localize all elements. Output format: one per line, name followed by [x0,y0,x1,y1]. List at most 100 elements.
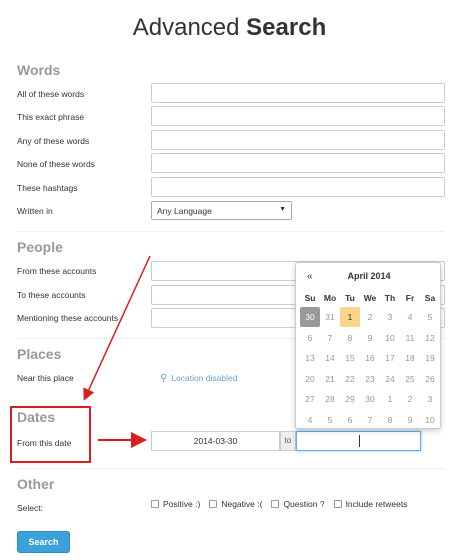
calendar-weekday: Su [304,293,316,303]
people-heading: People [17,239,63,255]
annotation-highlight-box [10,406,91,463]
calendar-day[interactable]: 11 [400,328,420,348]
positive-checkbox[interactable]: Positive :) [151,499,200,509]
all-words-input[interactable] [151,83,445,103]
checkbox-icon[interactable] [151,500,159,508]
calendar-day[interactable]: 5 [420,307,440,327]
calendar-day[interactable]: 9 [400,410,420,430]
calendar-week-row: 30 31 1 2 3 4 5 [300,307,440,328]
calendar-day[interactable]: 10 [380,328,400,348]
calendar-day[interactable]: 15 [340,348,360,368]
calendar-week-row: 4 5 6 7 8 9 10 [300,410,440,431]
date-picker-popup: April 2014 « Su Mo Tu We Th Fr Sa 30 31 1 2 3 4 5 6 7 8 9… [295,262,441,429]
map-pin-icon: ⚲ [160,373,168,384]
to-accounts-label: To these accounts [17,290,86,300]
calendar-day[interactable]: 8 [380,410,400,430]
from-accounts-label: From these accounts [17,266,97,276]
calendar-day[interactable]: 20 [300,369,320,389]
checkbox-icon[interactable] [271,500,280,508]
calendar-day[interactable]: 1 [340,307,360,327]
calendar-day[interactable]: 12 [420,328,440,348]
calendar-weekday: Th [384,293,396,303]
language-select[interactable]: Any Language ▼ [151,201,292,220]
calendar-day[interactable]: 2 [400,389,420,409]
calendar-day[interactable]: 24 [380,369,400,389]
none-words-input[interactable] [151,153,445,173]
calendar-week-row: 20 21 22 23 24 25 26 [300,369,440,390]
calendar-day[interactable]: 25 [400,369,420,389]
checkbox-icon[interactable] [333,500,342,508]
calendar-day[interactable]: 17 [380,348,400,368]
exact-phrase-input[interactable] [151,106,445,126]
search-button[interactable]: Search [17,531,70,553]
near-place-label: Near this place [17,373,74,383]
calendar-day[interactable]: 27 [300,389,320,409]
from-date-input[interactable]: 2014-03-30 [151,431,280,451]
calendar-day[interactable]: 7 [360,410,380,430]
calendar-month-title: April 2014 [347,271,391,281]
calendar-weekday: Mo [323,293,337,303]
negative-checkbox[interactable]: Negative :( [209,499,262,509]
calendar-weekday: We [363,293,377,303]
include-retweets-checkbox[interactable]: Include retweets [333,499,407,509]
calendar-day[interactable]: 30 [300,307,320,327]
text-caret [359,435,360,447]
calendar-day[interactable]: 16 [360,348,380,368]
calendar-weekday: Sa [424,293,436,303]
calendar-day[interactable]: 13 [300,348,320,368]
question-checkbox[interactable]: Question ? [271,499,325,509]
hashtags-label: These hashtags [17,183,78,193]
calendar-weekday: Fr [405,293,415,303]
places-heading: Places [17,346,62,362]
calendar-grid: Su Mo Tu We Th Fr Sa 30 31 1 2 3 4 5 6 7 8 9 10 11 12 13 14 15 1… [300,291,440,430]
calendar-day[interactable]: 4 [300,410,320,430]
calendar-day[interactable]: 6 [340,410,360,430]
calendar-day[interactable]: 4 [400,307,420,327]
calendar-week-row: 6 7 8 9 10 11 12 [300,328,440,349]
calendar-day[interactable]: 2 [360,307,380,327]
dropdown-arrow-icon: ▼ [279,206,286,213]
calendar-weekday-row: Su Mo Tu We Th Fr Sa [300,291,440,307]
calendar-week-row: 13 14 15 16 17 18 19 [300,348,440,369]
to-date-input[interactable] [296,431,421,451]
options-row: Positive :) Negative :( Question ? Inclu… [151,499,416,509]
none-words-label: None of these words [17,159,95,169]
calendar-day[interactable]: 5 [320,410,340,430]
checkbox-icon[interactable] [209,500,218,508]
calendar-day[interactable]: 21 [320,369,340,389]
calendar-prev-button[interactable]: « [307,271,313,282]
calendar-day[interactable]: 22 [340,369,360,389]
date-to-label: to [280,431,296,451]
calendar-day[interactable]: 14 [320,348,340,368]
calendar-day[interactable]: 6 [300,328,320,348]
words-heading: Words [17,62,61,78]
mentioning-accounts-label: Mentioning these accounts [17,313,119,323]
exact-phrase-label: This exact phrase [17,112,85,122]
calendar-day[interactable]: 30 [360,389,380,409]
calendar-day[interactable]: 1 [380,389,400,409]
written-in-label: Written in [17,206,53,216]
select-label: Select: [17,503,43,513]
calendar-day[interactable]: 26 [420,369,440,389]
calendar-day[interactable]: 19 [420,348,440,368]
calendar-day[interactable]: 29 [340,389,360,409]
page-title: Advanced Search [132,14,327,41]
any-words-label: Any of these words [17,136,90,146]
location-link[interactable]: ⚲ Location disabled [160,373,238,384]
calendar-day[interactable]: 9 [360,328,380,348]
any-words-input[interactable] [151,130,445,150]
calendar-day[interactable]: 31 [320,307,340,327]
calendar-day[interactable]: 3 [420,389,440,409]
calendar-day[interactable]: 10 [420,410,440,430]
calendar-day[interactable]: 18 [400,348,420,368]
other-heading: Other [17,476,55,492]
all-words-label: All of these words [17,89,85,99]
calendar-day[interactable]: 23 [360,369,380,389]
calendar-day[interactable]: 8 [340,328,360,348]
divider [17,468,445,469]
calendar-day[interactable]: 7 [320,328,340,348]
hashtags-input[interactable] [151,177,445,197]
calendar-day[interactable]: 28 [320,389,340,409]
calendar-day[interactable]: 3 [380,307,400,327]
annotation-arrow-diagonal [83,255,151,401]
